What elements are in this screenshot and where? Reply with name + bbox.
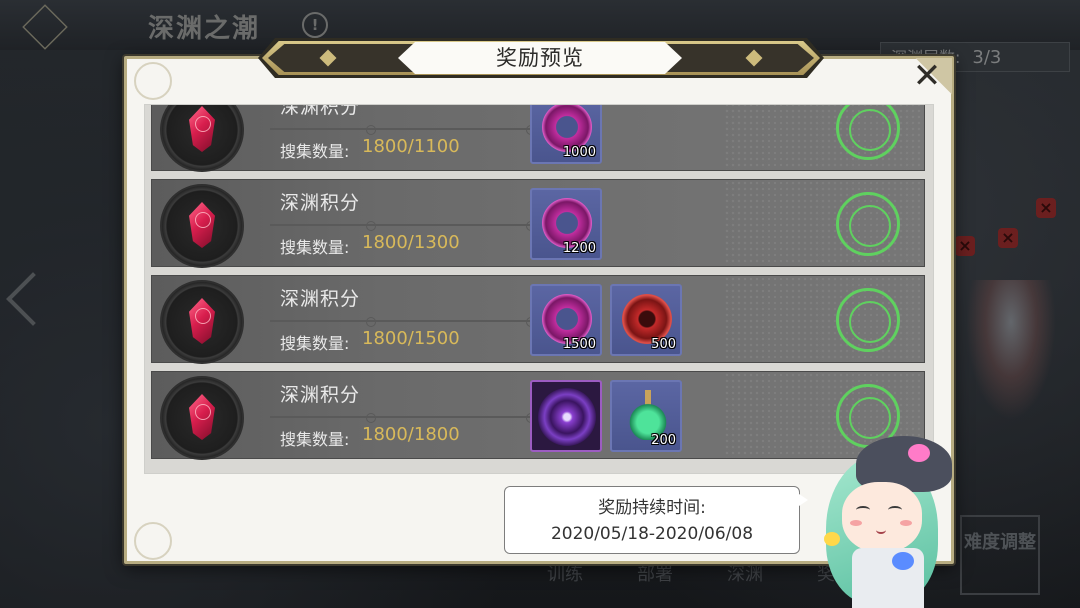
claimed-inner [849, 205, 891, 247]
difficulty-button[interactable]: 难度调整 [960, 515, 1040, 595]
reward-item[interactable] [530, 380, 602, 452]
bubble-tail [796, 492, 808, 508]
row-qty-value: 1800/1800 [362, 424, 460, 445]
circuit-node [366, 413, 376, 423]
gem-slot [160, 280, 244, 364]
background-character [966, 280, 1056, 420]
circuit-node [366, 317, 376, 327]
layer-value: 3/3 [972, 47, 1002, 68]
mascot-eye [888, 506, 902, 514]
item-count: 200 [651, 433, 676, 448]
purple-rune-icon [538, 388, 596, 446]
circuit-node [366, 125, 376, 135]
info-icon[interactable]: ! [302, 12, 328, 38]
circuit-node [366, 221, 376, 231]
yellow-slime-icon [824, 532, 840, 546]
crystal-glow [195, 212, 211, 228]
mascot-blush [850, 520, 862, 526]
row-qty-label: 搜集数量: [280, 430, 350, 449]
claimed-stamp-icon [836, 288, 900, 352]
modal-title: 奖励预览 [398, 42, 682, 74]
reward-item[interactable]: 1500 [530, 284, 602, 356]
x-marker-icon: × [1036, 198, 1056, 218]
duration-bubble: 奖励持续时间: 2020/05/18-2020/06/08 [504, 486, 800, 554]
duration-label: 奖励持续时间: [598, 498, 706, 518]
claimed-inner [849, 397, 891, 439]
gem-slot [160, 105, 244, 172]
circuit-line [270, 224, 530, 226]
reward-item[interactable]: 500 [610, 284, 682, 356]
corner-ornament [134, 522, 172, 560]
claimed-inner [849, 109, 891, 151]
item-count: 500 [651, 337, 676, 352]
reward-row: 深渊积分 搜集数量: 1800/1800 200 [151, 371, 925, 460]
page-title: 深渊之潮 [148, 14, 261, 44]
reward-row: 深渊积分 搜集数量: 1800/1100 1000 [151, 104, 925, 172]
reward-item[interactable]: 1200 [530, 188, 602, 260]
item-count: 1200 [562, 241, 596, 256]
row-qty-value: 1800/1300 [362, 232, 460, 253]
item-count: 1500 [562, 337, 596, 352]
row-title: 深渊积分 [280, 288, 361, 310]
mascot-face [842, 482, 922, 552]
mascot-blush [900, 520, 912, 526]
duration-range: 2020/05/18-2020/06/08 [550, 524, 754, 544]
row-qty-label: 搜集数量: [280, 142, 350, 161]
circuit-line [270, 320, 530, 322]
close-icon: ✕ [912, 56, 942, 96]
item-count: 1000 [562, 145, 596, 160]
circuit-line [270, 128, 530, 130]
mascot-mouth [876, 526, 886, 534]
close-button[interactable]: ✕ [902, 58, 952, 98]
x-marker-icon: × [998, 228, 1018, 248]
reward-row: 深渊积分 搜集数量: 1800/1500 1500 500 [151, 275, 925, 364]
mascot-character [816, 436, 956, 608]
reward-item[interactable]: 1000 [530, 105, 602, 164]
row-title: 深渊积分 [280, 384, 361, 406]
row-qty-value: 1800/1500 [362, 328, 460, 349]
gem-slot [160, 376, 244, 460]
reward-list[interactable]: 深渊积分 搜集数量: 1800/1100 1000 深渊积分 搜集数量: 180… [144, 104, 934, 474]
circuit-line [270, 416, 530, 418]
row-title: 深渊积分 [280, 104, 361, 118]
corner-ornament [134, 62, 172, 100]
crystal-glow [195, 404, 211, 420]
pink-slime-icon [908, 444, 930, 462]
row-qty-label: 搜集数量: [280, 238, 350, 257]
reward-row: 深渊积分 搜集数量: 1800/1300 1200 [151, 179, 925, 268]
gem-slot [160, 184, 244, 268]
row-qty-label: 搜集数量: [280, 334, 350, 353]
x-marker-icon: × [955, 236, 975, 256]
crystal-glow [195, 116, 211, 132]
row-title: 深渊积分 [280, 192, 361, 214]
mascot-eye [856, 506, 870, 514]
crystal-glow [195, 308, 211, 324]
reward-item[interactable]: 200 [610, 380, 682, 452]
claimed-stamp-icon [836, 192, 900, 256]
claimed-inner [849, 301, 891, 343]
row-qty-value: 1800/1100 [362, 136, 460, 157]
blue-slime-icon [892, 552, 914, 570]
